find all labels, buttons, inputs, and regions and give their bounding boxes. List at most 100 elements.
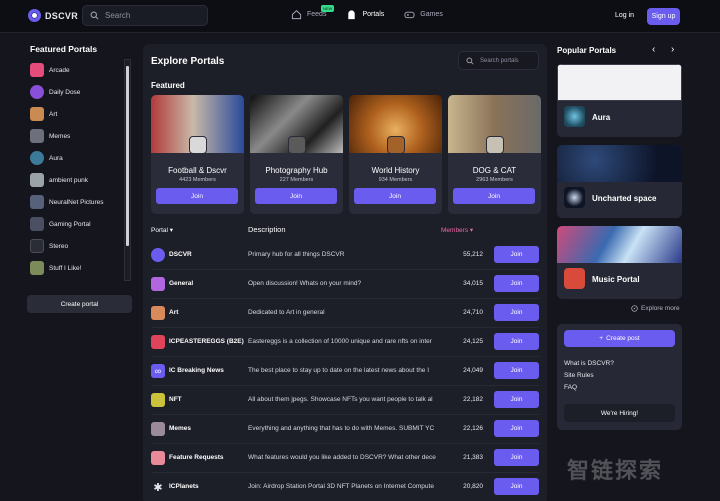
- compass-icon: [631, 305, 638, 312]
- tab-games[interactable]: Games: [404, 9, 443, 20]
- sidebar-item-daily-dose[interactable]: Daily Dose: [30, 81, 126, 103]
- join-button[interactable]: Join: [494, 391, 539, 408]
- portal-name[interactable]: ICPEASTEREGGS (B2E): [169, 338, 244, 345]
- featured-card-football[interactable]: Football & Dscvr 4423 Members Join: [151, 95, 244, 214]
- caret-down-icon: ▾: [169, 227, 174, 234]
- portal-name[interactable]: Art: [169, 309, 178, 316]
- join-button[interactable]: Join: [494, 275, 539, 292]
- join-button[interactable]: Join: [494, 333, 539, 350]
- top-bar: DSCVR Feeds NEW Portals Games Log in Sig…: [0, 0, 720, 33]
- sidebar-item-stuff-i-like[interactable]: Stuff I Like!: [30, 257, 126, 279]
- portal-name[interactable]: DSCVR: [169, 251, 192, 258]
- featured-portals-list: Arcade Daily Dose Art Memes Aura ambient…: [30, 59, 126, 281]
- table-row[interactable]: DSCVR Primary hub for all things DSCVR 55,…: [151, 241, 539, 270]
- join-button[interactable]: Join: [494, 246, 539, 263]
- brand-logo[interactable]: DSCVR: [28, 9, 78, 22]
- join-button[interactable]: Join: [494, 420, 539, 437]
- popular-portal-uncharted-space[interactable]: Uncharted space: [557, 145, 682, 218]
- sidebar-item-memes[interactable]: Memes: [30, 125, 126, 147]
- join-button[interactable]: Join: [494, 362, 539, 379]
- table-row[interactable]: Art Dedicated to Art in general 24,710 Join: [151, 299, 539, 328]
- portal-banner: [557, 145, 682, 182]
- sort-by-members[interactable]: Members ▾: [441, 226, 473, 234]
- portal-name[interactable]: Feature Requests: [169, 454, 224, 461]
- card-members: 227 Members: [279, 177, 314, 183]
- login-link[interactable]: Log in: [615, 12, 634, 19]
- portal-members: 20,820: [463, 483, 483, 490]
- create-post-button[interactable]: + Create post: [564, 330, 675, 347]
- portal-name[interactable]: Memes: [169, 425, 191, 432]
- table-row[interactable]: ✱ ICPlanets Join: Airdrop Station Portal 3…: [151, 473, 539, 501]
- sidebar-item-neuralnet-pictures[interactable]: NeuralNet Pictures: [30, 191, 126, 213]
- portal-search[interactable]: Search portals: [458, 51, 539, 70]
- portal-name[interactable]: General: [169, 280, 193, 287]
- join-button[interactable]: Join: [494, 449, 539, 466]
- join-button[interactable]: Join: [156, 188, 238, 204]
- sidebar-item-aura[interactable]: Aura: [30, 147, 126, 169]
- what-is-dscvr-link[interactable]: What is DSCVR?: [564, 360, 614, 367]
- column-header-description: Description: [248, 225, 286, 234]
- sidebar-item-label: Stereo: [49, 242, 69, 250]
- sidebar-item-arcade[interactable]: Arcade: [30, 59, 126, 81]
- portal-avatar: [151, 335, 165, 349]
- hiring-button[interactable]: We're Hiring!: [564, 404, 675, 422]
- featured-card-world-history[interactable]: World History 934 Members Join: [349, 95, 442, 214]
- global-search[interactable]: [82, 5, 208, 26]
- portal-banner: [557, 226, 682, 263]
- popular-portal-music[interactable]: Music Portal: [557, 226, 682, 299]
- chevron-right-icon[interactable]: ›: [671, 44, 674, 55]
- featured-card-dog-cat[interactable]: DOG & CAT 2963 Members Join: [448, 95, 541, 214]
- create-portal-button[interactable]: Create portal: [27, 295, 132, 313]
- sidebar-item-ambient-punk[interactable]: ambient punk: [30, 169, 126, 191]
- table-row[interactable]: ICPEASTEREGGS (B2E) Eastereggs is a colle…: [151, 328, 539, 357]
- column-header-portal: Portal: [151, 227, 168, 234]
- featured-cards: Football & Dscvr 4423 Members Join Photo…: [151, 95, 541, 214]
- sidebar-item-art[interactable]: Art: [30, 103, 126, 125]
- sidebar-item-gaming-portal[interactable]: Gaming Portal: [30, 213, 126, 235]
- sidebar-scrollbar[interactable]: [124, 59, 131, 281]
- popular-portal-aura[interactable]: Aura: [557, 64, 682, 137]
- table-row[interactable]: Feature Requests What features would you …: [151, 444, 539, 473]
- sidebar-item-label: Gaming Portal: [49, 220, 91, 228]
- tab-portals[interactable]: Portals: [346, 9, 384, 20]
- join-button[interactable]: Join: [453, 188, 535, 204]
- site-rules-link[interactable]: Site Rules: [564, 372, 594, 379]
- table-row[interactable]: Memes Everything and anything that has to…: [151, 415, 539, 444]
- caret-down-icon: ▾: [469, 227, 474, 234]
- page-title: Explore Portals: [151, 56, 225, 67]
- sidebar-item-stereo[interactable]: Stereo: [30, 235, 126, 257]
- explore-more-link[interactable]: Explore more: [631, 305, 680, 312]
- card-name: Football & Dscvr: [168, 166, 227, 175]
- sidebar-item-label: Stuff I Like!: [49, 264, 82, 272]
- table-row[interactable]: NFT All about them jpegs. Showcase NFTs y…: [151, 386, 539, 415]
- portal-name[interactable]: IC Breaking News: [169, 367, 224, 374]
- portal-avatar: [151, 306, 165, 320]
- signup-button[interactable]: Sign up: [647, 8, 680, 25]
- portal-avatar: [30, 173, 44, 187]
- join-button[interactable]: Join: [255, 188, 337, 204]
- portal-name[interactable]: ICPlanets: [169, 483, 199, 490]
- search-input[interactable]: [105, 11, 205, 20]
- chevron-left-icon[interactable]: ‹: [652, 44, 655, 55]
- featured-card-photography[interactable]: Photography Hub 227 Members Join: [250, 95, 343, 214]
- faq-link[interactable]: FAQ: [564, 384, 577, 391]
- table-row[interactable]: General Open discussion! Whats on your mi…: [151, 270, 539, 299]
- portal-name: Music Portal: [592, 275, 640, 284]
- sort-by-portal[interactable]: Portal ▾: [151, 226, 173, 234]
- table-row[interactable]: ∞ IC Breaking News The best place to stay …: [151, 357, 539, 386]
- join-button[interactable]: Join: [354, 188, 436, 204]
- scrollbar-thumb[interactable]: [126, 66, 129, 246]
- portal-table: DSCVR Primary hub for all things DSCVR 55,…: [151, 241, 539, 501]
- join-button[interactable]: Join: [494, 478, 539, 495]
- portal-avatar: [151, 451, 165, 465]
- portal-description: All about them jpegs. Showcase NFTs you …: [248, 396, 433, 403]
- featured-heading: Featured: [151, 81, 185, 90]
- portal-name[interactable]: NFT: [169, 396, 182, 403]
- tab-feeds[interactable]: Feeds NEW: [291, 5, 335, 20]
- search-icon: [90, 11, 99, 20]
- planet-icon: ✱: [151, 480, 165, 494]
- join-button[interactable]: Join: [494, 304, 539, 321]
- table-header: Portal ▾ Description Members ▾: [151, 225, 539, 238]
- tab-portals-label: Portals: [362, 11, 385, 18]
- portal-members: 24,125: [463, 338, 483, 345]
